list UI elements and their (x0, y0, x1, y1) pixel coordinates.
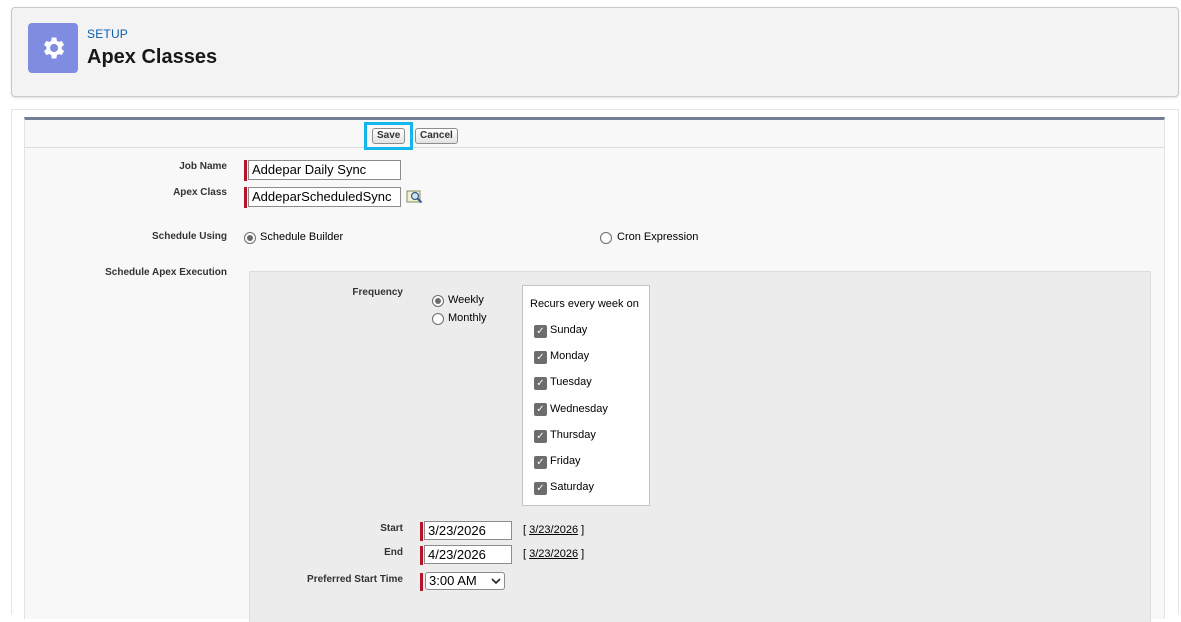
sunday-label: Sunday (550, 324, 588, 336)
wednesday-label: Wednesday (550, 403, 608, 415)
thursday-label: Thursday (550, 429, 596, 441)
recurs-weekly-box: Recurs every week on ✓ Sunday ✓ Monday ✓… (522, 285, 650, 506)
required-indicator (420, 522, 423, 541)
page-header: SETUP Apex Classes (11, 7, 1179, 97)
weekly-radio[interactable] (432, 295, 444, 307)
start-today-link[interactable]: 3/23/2026 (529, 524, 578, 536)
wednesday-checkbox[interactable]: ✓ (534, 403, 547, 416)
schedule-builder-label: Schedule Builder (260, 231, 344, 243)
preferred-start-time-select[interactable]: 3:00 AM (425, 572, 505, 590)
schedule-using-label: Schedule Using (151, 231, 227, 242)
job-name-input[interactable]: Addepar Daily Sync (248, 160, 401, 180)
thursday-checkbox[interactable]: ✓ (534, 430, 547, 443)
monthly-radio[interactable] (432, 313, 444, 325)
schedule-apex-form: Save Cancel Job Name Addepar Daily Sync … (24, 117, 1165, 622)
schedule-builder-panel: Frequency Weekly Monthly Recurs every we… (249, 271, 1151, 622)
end-label: End (384, 547, 403, 558)
apex-class-input[interactable]: AddeparScheduledSync (248, 187, 401, 207)
schedule-builder-radio[interactable] (244, 232, 256, 244)
gear-icon (28, 23, 78, 73)
apex-class-label: Apex Class (173, 187, 227, 198)
cron-expression-radio[interactable] (600, 232, 612, 244)
save-button[interactable]: Save (372, 128, 406, 144)
end-today-link[interactable]: 3/23/2026 (529, 548, 578, 560)
cron-expression-label: Cron Expression (617, 231, 699, 243)
bracket-open: [ (523, 548, 527, 560)
monthly-label: Monthly (448, 312, 487, 324)
required-indicator (244, 160, 247, 181)
bracket-close: ] (581, 548, 585, 560)
button-bar: Save Cancel (25, 120, 1164, 150)
tuesday-checkbox[interactable]: ✓ (534, 377, 547, 390)
preferred-start-time-value: 3:00 AM (429, 573, 477, 588)
required-indicator (420, 546, 423, 565)
required-indicator (420, 573, 423, 591)
saturday-label: Saturday (550, 481, 595, 493)
end-date-input[interactable]: 4/23/2026 (424, 545, 512, 564)
friday-label: Friday (550, 455, 581, 467)
start-date-input[interactable]: 3/23/2026 (424, 521, 512, 540)
preferred-start-time-label: Preferred Start Time (307, 574, 403, 585)
recurs-title: Recurs every week on (530, 298, 639, 310)
start-date-today-link: [ 3/23/2026 ] (523, 524, 584, 536)
weekly-label: Weekly (448, 294, 484, 306)
monday-label: Monday (550, 350, 590, 362)
friday-checkbox[interactable]: ✓ (534, 456, 547, 469)
cancel-button[interactable]: Cancel (415, 128, 458, 144)
monday-checkbox[interactable]: ✓ (534, 351, 547, 364)
start-label: Start (380, 523, 403, 534)
end-date-today-link: [ 3/23/2026 ] (523, 548, 584, 560)
breadcrumb[interactable]: SETUP (87, 27, 128, 41)
schedule-apex-execution-label: Schedule Apex Execution (105, 267, 227, 278)
required-indicator (244, 187, 247, 208)
frequency-label: Frequency (352, 287, 403, 298)
saturday-checkbox[interactable]: ✓ (534, 482, 547, 495)
lookup-search-icon[interactable] (406, 189, 424, 205)
chevron-down-icon (491, 578, 501, 585)
bracket-open: [ (523, 524, 527, 536)
sunday-checkbox[interactable]: ✓ (534, 325, 547, 338)
job-name-label: Job Name (179, 161, 227, 172)
bracket-close: ] (581, 524, 585, 536)
tuesday-label: Tuesday (550, 376, 592, 388)
page-title: Apex Classes (87, 46, 218, 68)
